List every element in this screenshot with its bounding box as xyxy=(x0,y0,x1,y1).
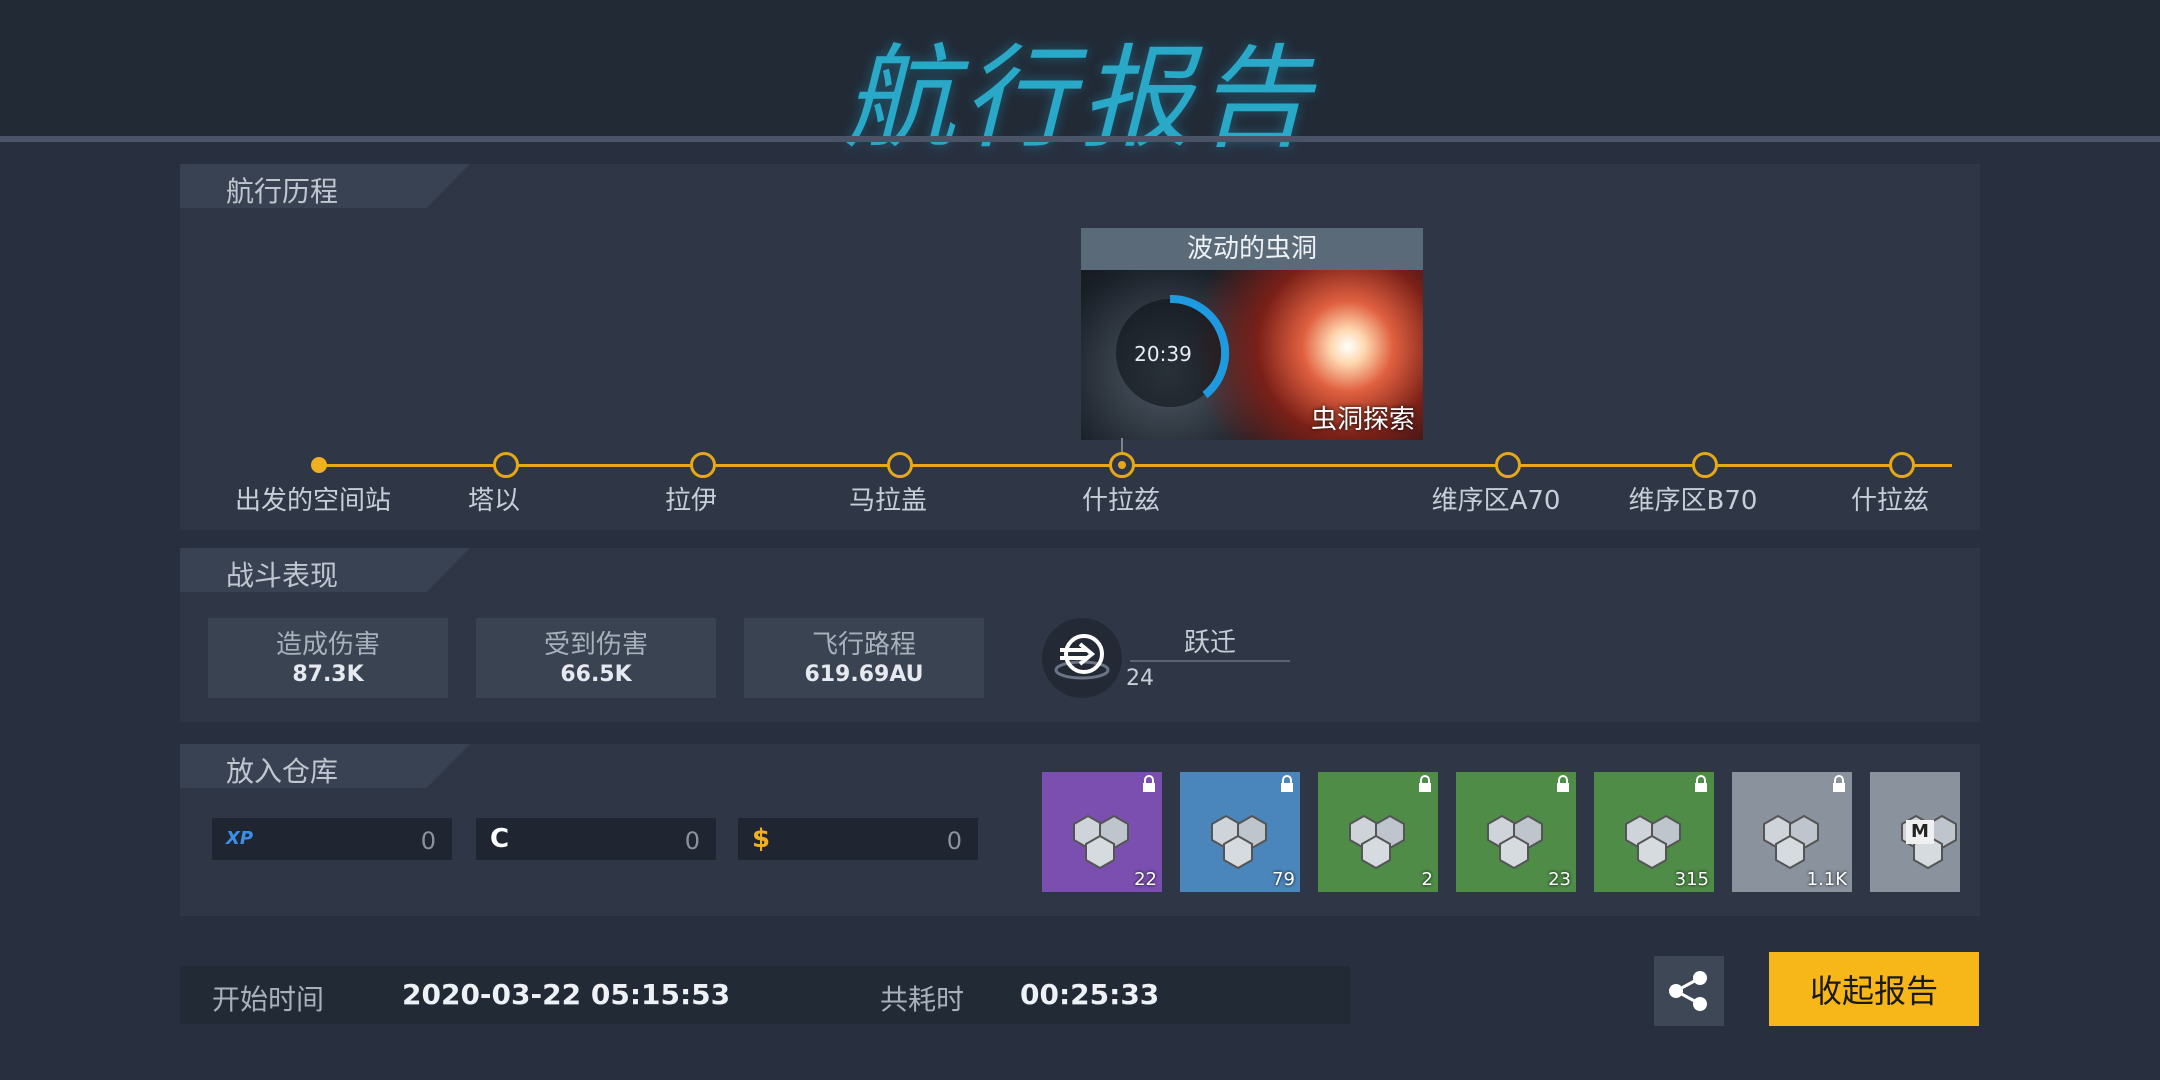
elapsed-label: 共耗时 xyxy=(880,983,965,1016)
voyage-panel: 航行历程 波动的虫洞 20:39 虫洞探索 出发的空间站 塔以 拉伊 马拉盖 什 xyxy=(180,164,1980,530)
resource-xp: XP 0 xyxy=(212,818,452,860)
item-count: 23 xyxy=(1548,869,1571,890)
inventory-item[interactable]: 79 xyxy=(1180,772,1300,892)
lock-icon xyxy=(1143,775,1155,792)
stat-value: 619.69AU xyxy=(804,662,924,687)
combat-panel: 战斗表现 造成伤害 87.3K 受到伤害 66.5K 飞行路程 619.69AU… xyxy=(180,548,1980,722)
inventory-item[interactable]: 2 xyxy=(1318,772,1438,892)
stat-damage-dealt: 造成伤害 87.3K xyxy=(208,618,448,698)
stat-label: 造成伤害 xyxy=(275,630,380,660)
combat-section-title: 战斗表现 xyxy=(226,559,339,592)
start-time-label: 开始时间 xyxy=(212,983,325,1016)
resource-money: $ 0 xyxy=(738,818,978,860)
route-node xyxy=(1692,452,1718,478)
header-divider xyxy=(0,136,2160,142)
item-icon xyxy=(1625,814,1681,870)
route-node-label: 维序区A70 xyxy=(1431,486,1561,516)
item-icon xyxy=(1487,814,1543,870)
stat-label: 受到伤害 xyxy=(543,630,648,660)
route-node xyxy=(1495,452,1521,478)
resource-value: 0 xyxy=(420,827,436,855)
route-node xyxy=(690,452,716,478)
wormhole-image: 20:39 虫洞探索 xyxy=(1081,270,1423,440)
item-icon xyxy=(1211,814,1267,870)
storage-section-title: 放入仓库 xyxy=(226,755,339,788)
stat-value: 87.3K xyxy=(292,662,364,687)
jump-label: 跃迁 xyxy=(1183,628,1236,658)
event-title: 波动的虫洞 xyxy=(1081,228,1423,270)
item-count: 1.1K xyxy=(1806,869,1847,890)
header-bar: 航行报告 xyxy=(0,0,2160,164)
stat-label: 飞行路程 xyxy=(811,630,916,660)
credits-icon: C xyxy=(490,824,510,854)
route-node-start xyxy=(311,457,327,473)
lock-icon xyxy=(1833,775,1845,792)
event-subtitle: 虫洞探索 xyxy=(1310,405,1415,435)
event-card-wormhole[interactable]: 波动的虫洞 20:39 虫洞探索 xyxy=(1081,228,1423,440)
dollar-icon: $ xyxy=(752,824,771,854)
xp-icon: XP xyxy=(226,828,254,849)
inventory-item[interactable]: 1.1K xyxy=(1732,772,1852,892)
item-icon xyxy=(1349,814,1405,870)
collapse-report-button[interactable]: 收起报告 xyxy=(1769,952,1979,1026)
warp-jump-icon xyxy=(1042,618,1122,698)
route-node xyxy=(1889,452,1915,478)
voyage-report-screen: 航行报告 航行历程 波动的虫洞 20:39 虫洞探索 出发的空间站 塔以 拉伊 … xyxy=(0,0,2160,1080)
lock-icon xyxy=(1695,775,1707,792)
jump-count: 24 xyxy=(1126,666,1154,691)
route-node-label: 什拉兹 xyxy=(1850,486,1930,516)
share-button[interactable] xyxy=(1654,956,1724,1026)
item-badge: M xyxy=(1906,820,1934,844)
item-count: 315 xyxy=(1674,869,1709,890)
route-node-label: 拉伊 xyxy=(664,486,718,516)
item-count: 2 xyxy=(1421,869,1433,890)
route-node-label: 出发的空间站 xyxy=(234,486,392,516)
page-title: 航行报告 xyxy=(844,34,1316,164)
inventory-item[interactable]: 23 xyxy=(1456,772,1576,892)
route-node xyxy=(887,452,913,478)
route-node-current xyxy=(1109,452,1135,478)
voyage-section-title: 航行历程 xyxy=(226,175,339,208)
jump-divider xyxy=(1130,660,1290,662)
lock-icon xyxy=(1419,775,1431,792)
lock-icon xyxy=(1557,775,1569,792)
storage-panel: 放入仓库 XP 0 C 0 $ 0 22 79 2 23 315 1.1K M xyxy=(180,744,1980,916)
share-icon xyxy=(1669,971,1707,1011)
item-count: 22 xyxy=(1134,869,1157,890)
inventory-item[interactable]: M xyxy=(1870,772,1960,892)
stat-value: 66.5K xyxy=(560,662,632,687)
resource-value: 0 xyxy=(684,827,700,855)
route-node-label: 维序区B70 xyxy=(1628,486,1758,516)
item-count: 79 xyxy=(1272,869,1295,890)
resource-value: 0 xyxy=(946,827,962,855)
lock-icon xyxy=(1281,775,1293,792)
time-info-bar: 开始时间 2020-03-22 05:15:53 共耗时 00:25:33 xyxy=(180,966,1350,1024)
route-node-label: 什拉兹 xyxy=(1081,486,1161,516)
stat-flight-distance: 飞行路程 619.69AU xyxy=(744,618,984,698)
elapsed-value: 00:25:33 xyxy=(1020,978,1160,1011)
inventory-item[interactable]: 315 xyxy=(1594,772,1714,892)
start-time-value: 2020-03-22 05:15:53 xyxy=(402,978,731,1011)
stat-damage-taken: 受到伤害 66.5K xyxy=(476,618,716,698)
event-timer: 20:39 xyxy=(1134,342,1192,366)
inventory-item[interactable]: 22 xyxy=(1042,772,1162,892)
route-node xyxy=(493,452,519,478)
item-icon xyxy=(1763,814,1819,870)
route-node-label: 塔以 xyxy=(467,486,521,516)
resource-credits: C 0 xyxy=(476,818,716,860)
route-node-label: 马拉盖 xyxy=(848,486,928,516)
item-icon xyxy=(1073,814,1129,870)
